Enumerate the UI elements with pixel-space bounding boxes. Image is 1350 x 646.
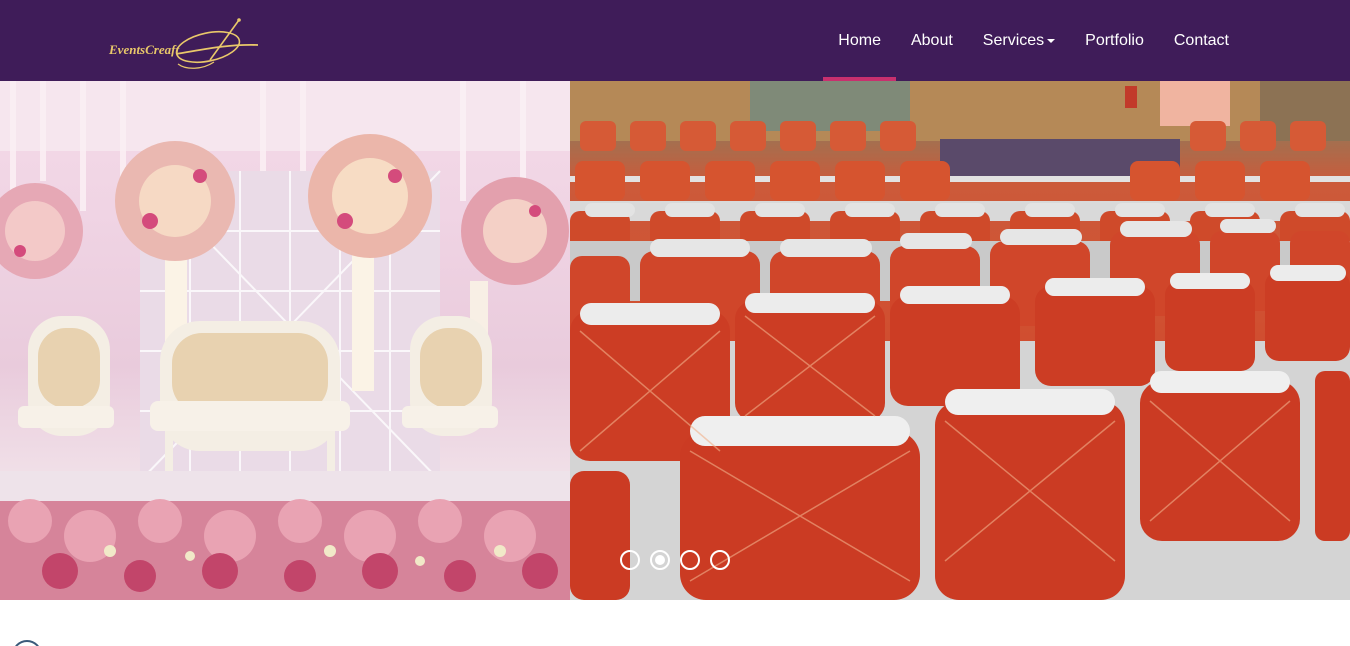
nav-portfolio-label: Portfolio <box>1085 31 1144 49</box>
carousel-indicator-1[interactable] <box>620 550 640 570</box>
logo-text: EventsCreaft <box>108 42 179 57</box>
banquet-chairs-photo <box>570 81 1350 600</box>
nav-contact[interactable]: Contact <box>1159 0 1244 81</box>
nav-portfolio[interactable]: Portfolio <box>1070 0 1159 81</box>
logo-graphic: EventsCreaft <box>108 18 259 69</box>
wedding-stage-photo <box>0 81 570 600</box>
nav-home-label: Home <box>838 31 881 49</box>
hero-carousel <box>0 81 1350 600</box>
nav-services[interactable]: Services <box>968 0 1070 81</box>
nav-services-label: Services <box>982 31 1045 49</box>
banquet-chairs-illustration <box>570 81 1350 600</box>
section-icon <box>12 640 42 646</box>
nav-about-label: About <box>910 31 953 49</box>
nav-contact-label: Contact <box>1173 31 1229 49</box>
wedding-stage-illustration <box>0 81 570 600</box>
chevron-down-icon <box>1047 38 1056 43</box>
carousel-indicators <box>620 550 730 570</box>
nav-about[interactable]: About <box>896 0 968 81</box>
main-menu: Home About Services Portfolio Contact <box>823 0 1244 81</box>
carousel-indicator-4[interactable] <box>710 550 730 570</box>
nav-home[interactable]: Home <box>823 0 896 81</box>
carousel-indicator-2[interactable] <box>650 550 670 570</box>
carousel-indicator-3[interactable] <box>680 550 700 570</box>
brand-logo[interactable]: EventsCreaft <box>106 14 266 74</box>
top-navbar: EventsCreaft Home About Services Portfol… <box>0 0 1350 81</box>
